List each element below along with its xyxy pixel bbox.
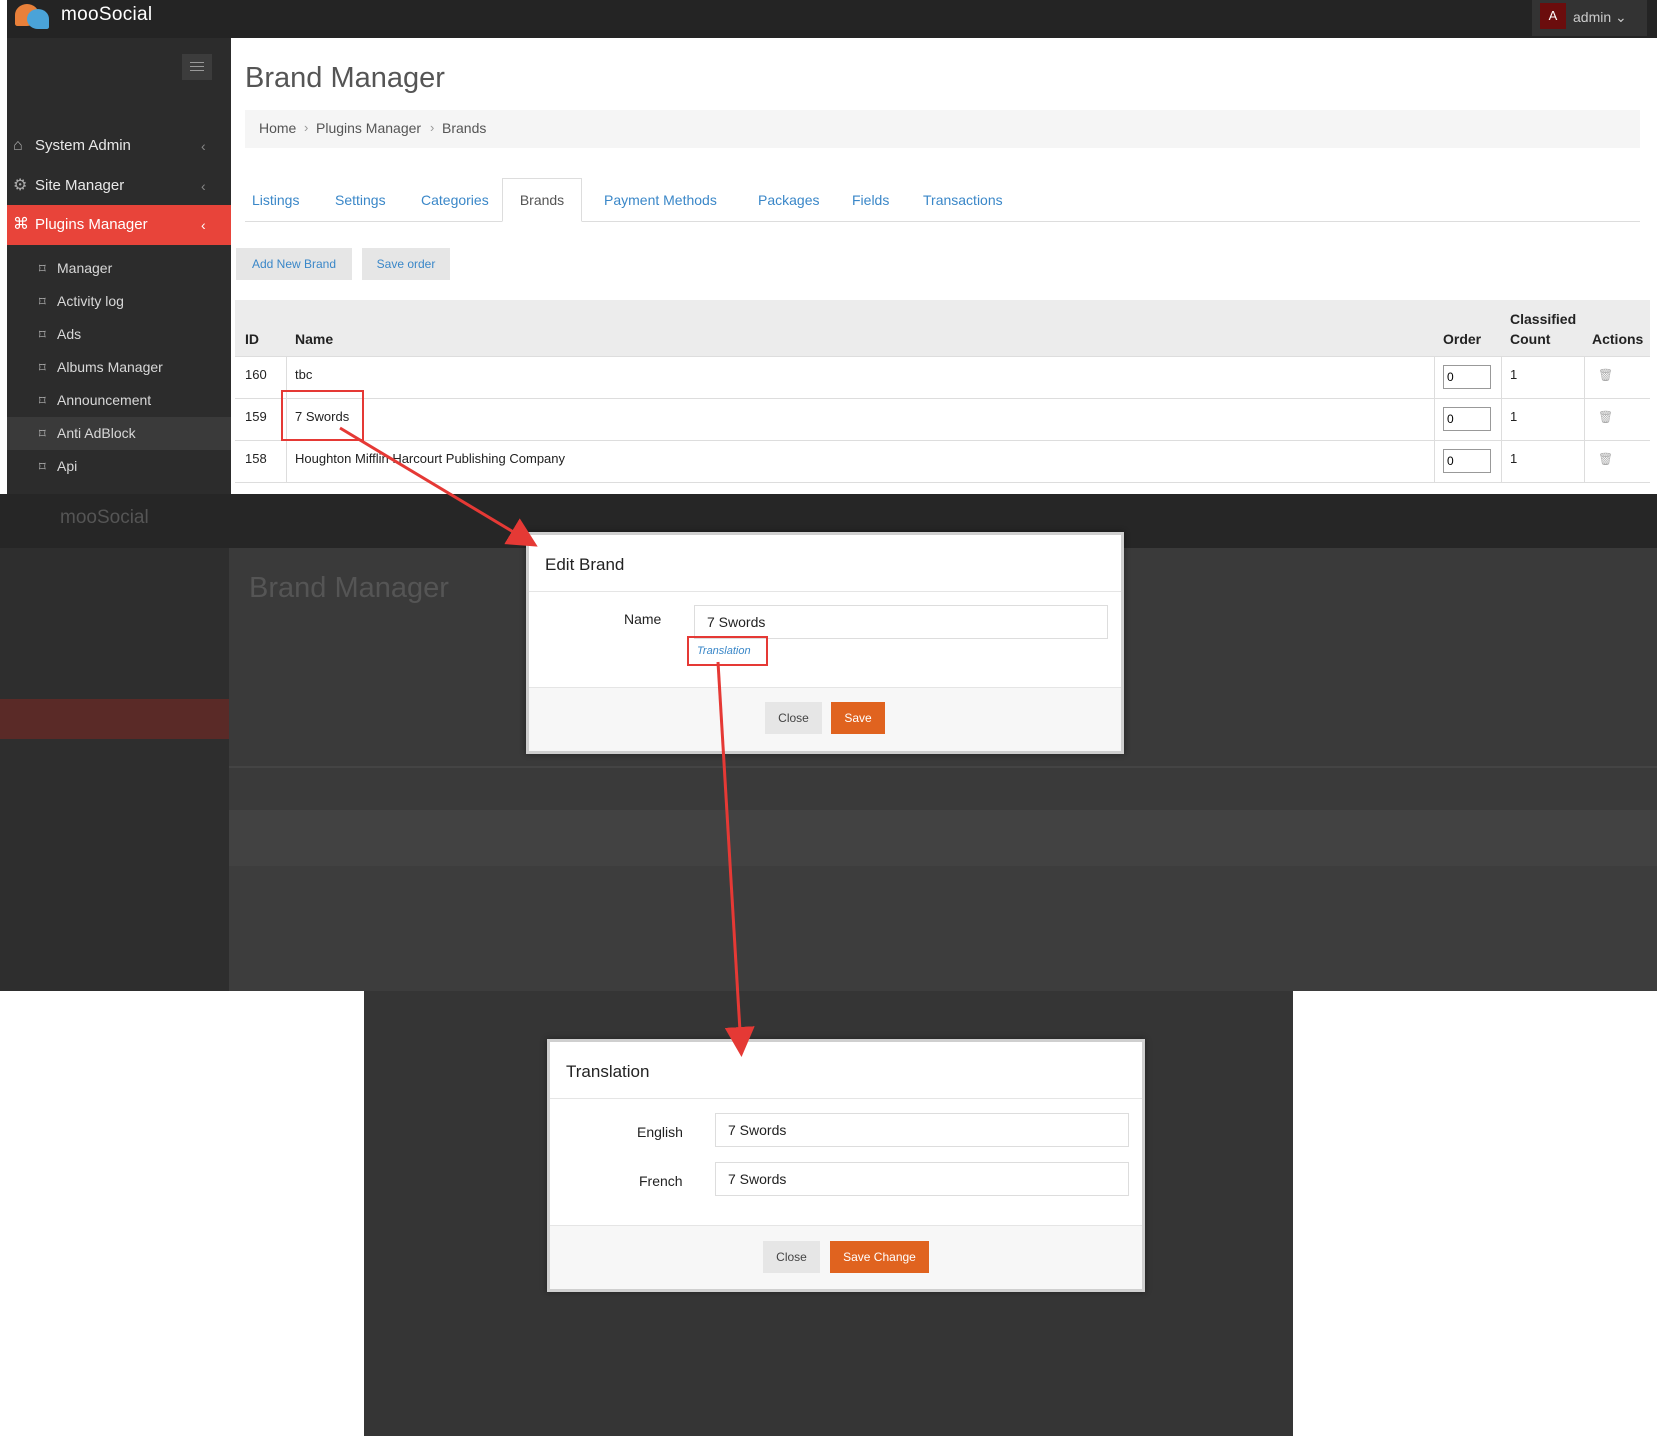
tab-fields[interactable]: Fields	[852, 192, 889, 208]
tab-transactions[interactable]: Transactions	[923, 192, 1003, 208]
breadcrumb-item[interactable]: Plugins Manager	[316, 120, 421, 136]
top-bar	[7, 0, 1657, 38]
chevron-left-icon: ‹	[201, 217, 206, 233]
english-input[interactable]: 7 Swords	[715, 1113, 1129, 1147]
highlight-box	[281, 390, 364, 441]
tag-icon: ⌑	[39, 459, 46, 474]
app-name-dimmed: mooSocial	[60, 507, 149, 528]
save-order-button[interactable]: Save order	[362, 248, 450, 280]
menu-toggle-button[interactable]	[182, 54, 212, 80]
column-header-name: Name	[295, 331, 334, 347]
edit-brand-modal: Edit Brand Name 7 Swords Translation Clo…	[526, 532, 1124, 754]
home-icon: ⌂	[13, 137, 23, 154]
column-header-count: Count	[1510, 331, 1551, 347]
highlight-box	[687, 636, 768, 666]
trash-icon[interactable]: 🗑	[1598, 410, 1613, 424]
close-button[interactable]: Close	[763, 1241, 820, 1273]
name-label: Name	[624, 611, 662, 627]
breadcrumb-separator-icon: ›	[430, 120, 435, 135]
trash-icon[interactable]: 🗑	[1598, 452, 1613, 466]
tabs-divider	[245, 221, 1640, 222]
table-cell-id: 159	[245, 409, 267, 424]
table-cell-count: 1	[1510, 367, 1518, 382]
sidebar-sub-item[interactable]: ⌑ Activity log	[7, 285, 231, 318]
english-label: English	[637, 1124, 683, 1140]
tag-icon: ⌑	[39, 327, 46, 342]
page-title-dimmed: Brand Manager	[249, 572, 449, 604]
tag-icon: ⌘	[13, 216, 29, 233]
table-cell-id: 158	[245, 451, 267, 466]
breadcrumb-item: Brands	[442, 120, 487, 136]
column-header-order: Order	[1443, 331, 1482, 347]
modal-title: Edit Brand	[545, 555, 625, 574]
sidebar-item-plugins-manager[interactable]: ⌘ Plugins Manager ‹	[7, 205, 231, 245]
name-input[interactable]: 7 Swords	[694, 605, 1108, 639]
french-label: French	[639, 1173, 683, 1189]
order-field[interactable]	[1443, 407, 1491, 431]
brand-name-link[interactable]: tbc	[295, 367, 312, 382]
chevron-left-icon: ‹	[201, 178, 206, 194]
app-name[interactable]: mooSocial	[61, 4, 152, 26]
order-field[interactable]	[1443, 365, 1491, 389]
sidebar-item-site-manager[interactable]: ⚙ Site Manager ‹	[7, 166, 231, 206]
order-input[interactable]	[1443, 449, 1491, 473]
gears-icon: ⚙	[13, 177, 28, 194]
save-change-button[interactable]: Save Change	[830, 1241, 929, 1273]
save-button[interactable]: Save	[831, 702, 885, 734]
column-header-actions: Actions	[1592, 331, 1644, 347]
breadcrumb-separator-icon: ›	[304, 120, 309, 135]
chevron-down-icon: ⌄	[1615, 9, 1627, 25]
modal-title: Translation	[566, 1062, 650, 1081]
tag-icon: ⌑	[39, 294, 46, 309]
column-header-classified: Classified	[1510, 311, 1577, 327]
tag-icon: ⌑	[39, 426, 46, 441]
sidebar-sub-item[interactable]: ⌑ Announcement	[7, 384, 231, 417]
sidebar-sub-item[interactable]: ⌑ Api	[7, 450, 231, 483]
table-cell-id: 160	[245, 367, 267, 382]
sidebar-item-label: Site Manager	[35, 177, 125, 194]
tab-listings[interactable]: Listings	[252, 192, 299, 208]
sidebar-sub-item[interactable]: ⌑ Manager	[7, 252, 231, 285]
translation-modal: Translation English 7 Swords French 7 Sw…	[547, 1039, 1145, 1292]
sidebar-item-label: System Admin	[35, 137, 131, 154]
tab-brands[interactable]: Brands	[502, 178, 582, 222]
sidebar-item-system-admin[interactable]: ⌂ System Admin ‹	[7, 126, 231, 166]
table-cell-count: 1	[1510, 451, 1518, 466]
table-cell-count: 1	[1510, 409, 1518, 424]
french-input[interactable]: 7 Swords	[715, 1162, 1129, 1196]
tab-payment-methods[interactable]: Payment Methods	[604, 192, 717, 208]
page-title: Brand Manager	[245, 62, 445, 94]
avatar[interactable]: A	[1540, 3, 1566, 29]
add-new-brand-button[interactable]: Add New Brand	[236, 248, 352, 280]
sidebar-sub-item[interactable]: ⌑ Anti AdBlock	[7, 417, 231, 450]
table-header	[235, 300, 1650, 356]
brand-name-link[interactable]: Houghton Mifflin Harcourt Publishing Com…	[295, 451, 565, 466]
order-input[interactable]	[1443, 365, 1491, 389]
order-input[interactable]	[1443, 407, 1491, 431]
tag-icon: ⌑	[39, 261, 46, 276]
close-button[interactable]: Close	[765, 702, 822, 734]
sidebar-item-label: Plugins Manager	[35, 216, 148, 233]
column-header-id: ID	[245, 331, 259, 347]
tab-packages[interactable]: Packages	[758, 192, 819, 208]
order-field[interactable]	[1443, 449, 1491, 473]
sidebar-sub-item[interactable]: ⌑ Ads	[7, 318, 231, 351]
logo-icon-secondary	[27, 9, 49, 29]
chevron-left-icon: ‹	[201, 138, 206, 154]
user-name[interactable]: admin ⌄	[1573, 9, 1627, 26]
breadcrumb-item[interactable]: Home	[259, 120, 296, 136]
tab-categories[interactable]: Categories	[421, 192, 489, 208]
trash-icon[interactable]: 🗑	[1598, 368, 1613, 382]
tab-settings[interactable]: Settings	[335, 192, 386, 208]
tag-icon: ⌑	[39, 393, 46, 408]
albums-icon: ⌑	[39, 360, 46, 375]
sidebar-sub-item[interactable]: ⌑ Albums Manager	[7, 351, 231, 384]
